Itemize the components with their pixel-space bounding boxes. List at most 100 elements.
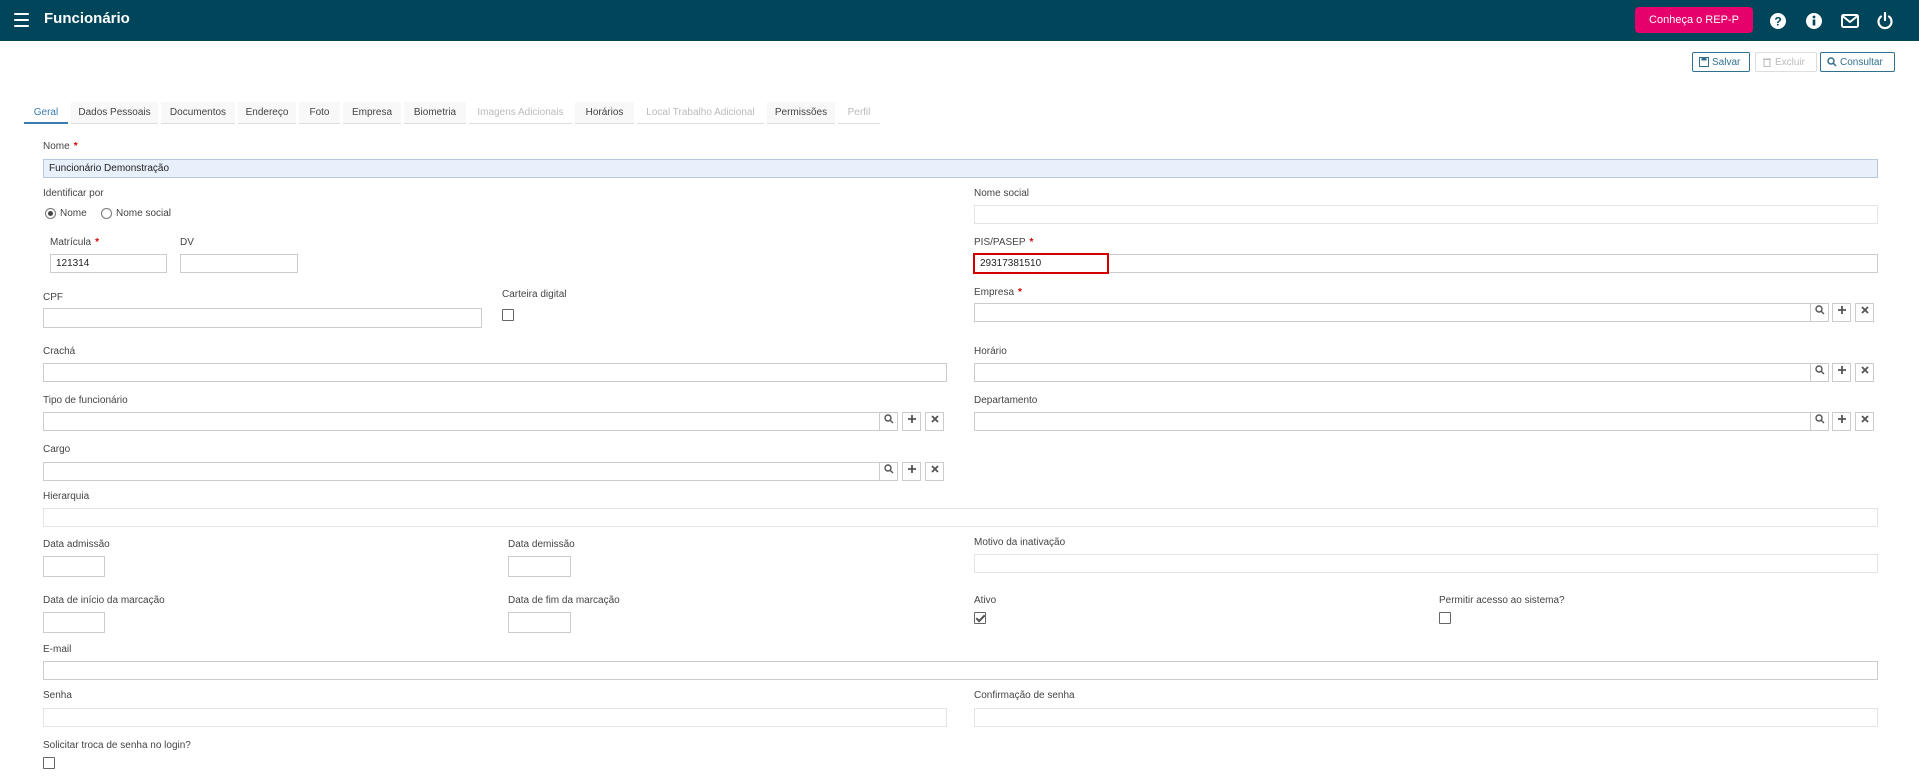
data-admissao-input[interactable] — [43, 556, 105, 577]
delete-button[interactable]: Excluir — [1755, 52, 1817, 72]
identificar-por-label: Identificar por — [43, 188, 104, 199]
tab-biometria[interactable]: Biometria — [404, 102, 466, 124]
save-label: Salvar — [1712, 57, 1741, 68]
query-label: Consultar — [1840, 57, 1883, 68]
cpf-label: CPF — [43, 292, 63, 303]
data-admissao-label: Data admissão — [43, 539, 110, 550]
nome-input[interactable] — [43, 159, 1878, 178]
cracha-input[interactable] — [43, 363, 947, 382]
empresa-label: Empresa * — [974, 287, 1022, 298]
data-inicio-marcacao-input[interactable] — [43, 612, 105, 633]
departamento-search-icon[interactable] — [1810, 412, 1829, 431]
cargo-input[interactable] — [43, 462, 880, 481]
cargo-clear-icon[interactable] — [925, 462, 944, 481]
email-input[interactable] — [43, 661, 1878, 680]
query-button[interactable]: Consultar — [1820, 52, 1895, 72]
hamburger-menu-icon[interactable] — [14, 13, 29, 27]
cargo-add-icon[interactable] — [902, 462, 921, 481]
horario-search-icon[interactable] — [1810, 363, 1829, 382]
senha-label: Senha — [43, 690, 72, 701]
tipo-funcionario-clear-icon[interactable] — [925, 412, 944, 431]
data-fim-marcacao-input[interactable] — [508, 612, 571, 633]
nome-social-label: Nome social — [974, 188, 1030, 199]
tab-foto[interactable]: Foto — [299, 102, 340, 124]
empresa-input[interactable] — [974, 303, 1811, 322]
promo-rep-p-button[interactable]: Conheça o REP-P — [1635, 7, 1753, 33]
permitir-acesso-label: Permitir acesso ao sistema? — [1439, 595, 1565, 606]
dv-label: DV — [180, 237, 194, 248]
horario-clear-icon[interactable] — [1855, 363, 1874, 382]
motivo-inativacao-input[interactable] — [974, 554, 1878, 573]
departamento-label: Departamento — [974, 395, 1038, 406]
cpf-input[interactable] — [43, 308, 482, 328]
data-inicio-marcacao-label: Data de início da marcação — [43, 595, 165, 606]
dv-input[interactable] — [180, 254, 298, 273]
hierarquia-label: Hierarquia — [43, 491, 90, 502]
carteira-digital-checkbox[interactable] — [502, 309, 514, 321]
email-label: E-mail — [43, 644, 72, 655]
top-bar: Funcionário Conheça o REP-P ? — [0, 0, 1919, 41]
nome-label: Nome * — [43, 141, 78, 152]
data-fim-marcacao-label: Data de fim da marcação — [508, 595, 620, 606]
pis-pasep-label: PIS/PASEP * — [974, 237, 1034, 248]
departamento-input[interactable] — [974, 412, 1811, 431]
solicitar-troca-senha-label: Solicitar troca de senha no login? — [43, 740, 191, 751]
tab-dados-pessoais[interactable]: Dados Pessoais — [71, 102, 158, 124]
tab-documentos[interactable]: Documentos — [161, 102, 235, 124]
tab-geral[interactable]: Geral — [24, 102, 68, 124]
senha-input[interactable] — [43, 708, 947, 727]
page-title: Funcionário — [44, 10, 130, 27]
svg-text:?: ? — [1774, 15, 1781, 29]
solicitar-troca-senha-checkbox[interactable] — [43, 757, 55, 769]
horario-input[interactable] — [974, 363, 1811, 382]
radio-nome[interactable] — [45, 208, 56, 219]
radio-nome-label: Nome — [60, 208, 87, 219]
matricula-input[interactable] — [50, 254, 167, 273]
ativo-label: Ativo — [974, 595, 997, 606]
departamento-add-icon[interactable] — [1832, 412, 1851, 431]
confirmacao-senha-label: Confirmação de senha — [974, 690, 1075, 701]
radio-nome-social-label: Nome social — [116, 208, 172, 219]
tab-imagens-adicionais: Imagens Adicionais — [469, 102, 572, 124]
floppy-disk-icon — [1699, 57, 1709, 67]
hierarquia-input[interactable] — [43, 508, 1878, 527]
data-demissao-label: Data demissão — [508, 539, 575, 550]
confirmacao-senha-input[interactable] — [974, 708, 1878, 727]
data-demissao-input[interactable] — [508, 556, 571, 577]
tab-endereco[interactable]: Endereço — [238, 102, 296, 124]
cracha-label: Crachá — [43, 346, 76, 357]
search-icon — [1827, 57, 1837, 67]
matricula-label: Matrícula * — [50, 237, 100, 248]
pis-pasep-input[interactable] — [974, 254, 1878, 273]
info-icon[interactable] — [1804, 11, 1824, 31]
tipo-funcionario-add-icon[interactable] — [902, 412, 921, 431]
cargo-label: Cargo — [43, 444, 71, 455]
empresa-add-icon[interactable] — [1832, 303, 1851, 322]
cargo-search-icon[interactable] — [879, 462, 898, 481]
tipo-funcionario-search-icon[interactable] — [879, 412, 898, 431]
horario-label: Horário — [974, 346, 1007, 357]
tipo-funcionario-label: Tipo de funcionário — [43, 395, 128, 406]
tab-horarios[interactable]: Horários — [575, 102, 634, 124]
empresa-clear-icon[interactable] — [1855, 303, 1874, 322]
tab-permissoes[interactable]: Permissões — [767, 102, 835, 124]
carteira-digital-label: Carteira digital — [502, 289, 567, 300]
permitir-acesso-checkbox[interactable] — [1439, 612, 1451, 624]
horario-add-icon[interactable] — [1832, 363, 1851, 382]
mail-icon[interactable] — [1840, 11, 1860, 31]
delete-label: Excluir — [1775, 57, 1806, 68]
trash-icon — [1763, 58, 1771, 67]
ativo-checkbox[interactable] — [974, 612, 986, 624]
empresa-search-icon[interactable] — [1810, 303, 1829, 322]
nome-social-input[interactable] — [974, 205, 1878, 224]
save-button[interactable]: Salvar — [1692, 52, 1750, 72]
tab-local-trabalho-adicional: Local Trabalho Adicional — [637, 102, 764, 124]
help-icon[interactable]: ? — [1768, 11, 1788, 31]
motivo-inativacao-label: Motivo da inativação — [974, 537, 1066, 548]
tipo-funcionario-input[interactable] — [43, 412, 880, 431]
radio-nome-social[interactable] — [101, 208, 112, 219]
pis-pasep-highlighted-value[interactable] — [973, 253, 1109, 274]
power-icon[interactable] — [1875, 11, 1895, 31]
departamento-clear-icon[interactable] — [1855, 412, 1874, 431]
tab-empresa[interactable]: Empresa — [343, 102, 401, 124]
